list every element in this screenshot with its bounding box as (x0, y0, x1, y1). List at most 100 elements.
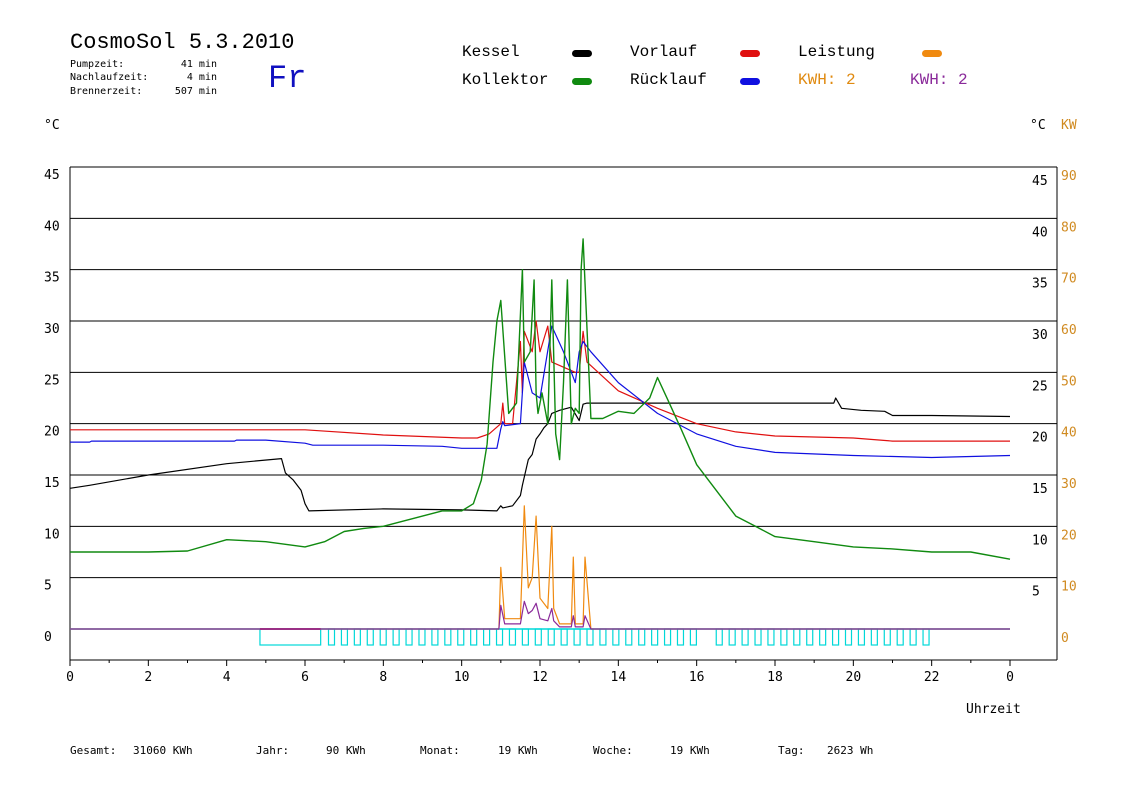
x-tick-label: 2 (144, 670, 152, 685)
footer-woche-value: 19 KWh (670, 744, 710, 757)
status-pulse (340, 628, 349, 646)
y2-tick-label: 30 (1061, 477, 1077, 492)
y-tick-label: 20 (44, 425, 60, 440)
status-pulse (922, 628, 930, 646)
series-leistung (70, 505, 1010, 630)
y-tick-label-right: 30 (1032, 328, 1048, 343)
y-tick-label: 15 (44, 476, 60, 491)
pump-status-bar (70, 628, 1010, 646)
footer-monat-value: 19 KWh (498, 744, 538, 757)
status-pulse (353, 628, 361, 646)
status-pulse (663, 628, 672, 646)
status-pulse (844, 628, 853, 646)
y2-tick-label: 10 (1061, 580, 1077, 595)
status-pulse (625, 628, 633, 646)
y-tick-label-right: 25 (1032, 379, 1048, 394)
status-pulse (793, 628, 801, 646)
y-tick-label: 45 (44, 168, 60, 183)
y-tick-label-right: 5 (1032, 585, 1040, 600)
status-pulse (599, 628, 607, 646)
x-tick-label: 0 (66, 670, 74, 685)
y-tick-label-right: 20 (1032, 431, 1048, 446)
x-tick-label: 0 (1006, 670, 1014, 685)
temperature-chart: 0 05 5 1010 10 2015 15 3020 20 4025 25 5030 30 6035 35… (44, 166, 1077, 685)
status-pulse (741, 628, 749, 646)
y2-tick-label: 50 (1061, 374, 1077, 389)
y-tick-label: 10 (44, 527, 60, 542)
x-tick-label: 8 (379, 670, 387, 685)
series-kollektor (70, 238, 1011, 560)
x-tick-label: 12 (532, 670, 548, 685)
status-pulse (470, 628, 478, 646)
status-pulse (508, 628, 517, 646)
footer-tag-label: Tag: (778, 744, 805, 757)
series-leistung-tag (70, 600, 1010, 630)
status-pulse (754, 628, 762, 646)
status-pulse (586, 628, 594, 646)
y2-tick-label: 60 (1061, 323, 1077, 338)
status-pulse (909, 628, 917, 646)
status-pulse (521, 628, 529, 646)
status-pulse (431, 628, 439, 646)
y-tick-label: 25 (44, 373, 60, 388)
status-pulse (547, 628, 555, 646)
status-pulse (767, 628, 775, 646)
status-pulse (495, 628, 504, 646)
y-tick-label-right: 45 (1032, 174, 1048, 189)
status-pulse (612, 628, 620, 646)
status-pulse (806, 628, 814, 646)
x-tick-label: 22 (924, 670, 940, 685)
status-pulse (259, 628, 322, 646)
status-pulse (405, 628, 413, 646)
status-pulse (457, 628, 465, 646)
status-pulse (534, 628, 542, 646)
footer-gesamt-value: 31060 KWh (133, 744, 193, 757)
chart-ticks: 0 05 5 1010 10 2015 15 3020 20 4025 25 5030 30 6035 35… (44, 168, 1077, 685)
footer-jahr-value: 90 KWh (326, 744, 366, 757)
footer-jahr-label: Jahr: (256, 744, 290, 757)
y-tick-label-right: 15 (1032, 482, 1048, 497)
status-pulse (870, 628, 878, 646)
y-tick-label: 5 (44, 579, 52, 594)
x-tick-label: 4 (223, 670, 231, 685)
x-tick-label: 18 (767, 670, 783, 685)
y-tick-label-right: 35 (1032, 277, 1048, 292)
status-pulse (780, 628, 788, 646)
status-pulse (676, 628, 685, 646)
status-pulse (573, 628, 581, 646)
x-axis-label: Uhrzeit (966, 702, 1021, 717)
footer-monat-label: Monat: (420, 744, 460, 757)
x-tick-label: 20 (846, 670, 862, 685)
status-pulse (560, 628, 568, 646)
y-tick-label: 40 (44, 219, 60, 234)
status-pulse (638, 628, 646, 646)
status-pulse (366, 628, 374, 646)
y2-tick-label: 40 (1061, 426, 1077, 441)
y2-tick-label: 90 (1061, 169, 1077, 184)
y2-tick-label: 70 (1061, 272, 1077, 287)
status-pulse (896, 628, 904, 646)
y2-tick-label: 80 (1061, 220, 1077, 235)
footer-tag-value: 2623 Wh (827, 744, 874, 757)
status-pulse (483, 628, 491, 646)
status-pulse (819, 628, 827, 646)
status-pulse (444, 628, 452, 646)
x-tick-label: 16 (689, 670, 705, 685)
y-tick-label: 0 (44, 630, 52, 645)
x-tick-label: 6 (301, 670, 309, 685)
chart-grid (69, 166, 1058, 661)
y2-tick-label: 0 (1061, 631, 1069, 646)
x-tick-label: 14 (611, 670, 627, 685)
y-tick-label-right: 40 (1032, 225, 1048, 240)
x-tick-label: 10 (454, 670, 470, 685)
series-r-cklauf (70, 325, 1011, 459)
y-tick-label: 35 (44, 271, 60, 286)
y-tick-label-right: 10 (1032, 533, 1048, 548)
status-pulse (418, 628, 426, 646)
status-pulse (715, 628, 723, 646)
status-pulse (327, 628, 336, 646)
status-pulse (857, 628, 866, 646)
status-pulse (728, 628, 736, 646)
series-vorlauf (70, 320, 1010, 442)
footer-gesamt-label: Gesamt: (70, 744, 117, 757)
